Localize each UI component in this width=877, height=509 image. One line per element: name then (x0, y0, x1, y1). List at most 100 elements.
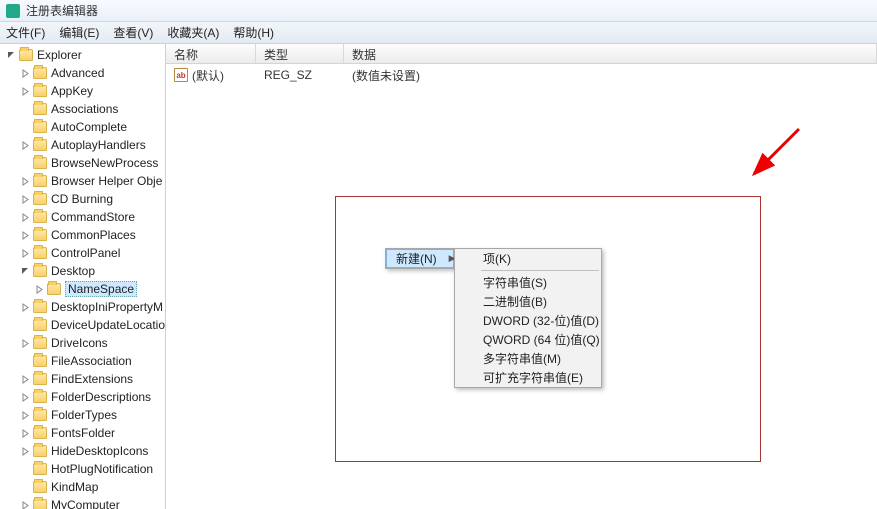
folder-icon (33, 391, 47, 403)
tree-item[interactable]: AppKey (0, 82, 165, 100)
tree-item[interactable]: Desktop (0, 262, 165, 280)
expander-closed-icon[interactable] (20, 212, 31, 223)
tree-item[interactable]: CD Burning (0, 190, 165, 208)
cell-data: (数值未设置) (344, 67, 877, 84)
menu-item[interactable]: 可扩充字符串值(E) (455, 368, 601, 387)
expander-closed-icon[interactable] (20, 302, 31, 313)
menu-item[interactable]: 项(K) (455, 249, 601, 268)
tree-item[interactable]: MyComputer (0, 496, 165, 509)
tree-item[interactable]: FontsFolder (0, 424, 165, 442)
expander-closed-icon[interactable] (34, 284, 45, 295)
expander-closed-icon[interactable] (20, 500, 31, 509)
menu-item-label: QWORD (64 位)值(Q) (483, 331, 600, 348)
menu-item-new[interactable]: 新建(N) ▶ (386, 249, 454, 268)
context-submenu-new: 项(K) 字符串值(S) 二进制值(B) DWORD (32-位)值(D) QWORD … (454, 248, 602, 388)
tree-label: CommandStore (51, 210, 135, 224)
expander-closed-icon[interactable] (20, 338, 31, 349)
tree-label: Explorer (37, 48, 82, 62)
tree-item[interactable]: DriveIcons (0, 334, 165, 352)
expander-closed-icon[interactable] (20, 194, 31, 205)
col-header-type[interactable]: 类型 (256, 44, 344, 63)
expander-closed-icon[interactable] (20, 428, 31, 439)
expander-none-icon (20, 464, 31, 475)
expander-closed-icon[interactable] (20, 176, 31, 187)
menu-item[interactable]: QWORD (64 位)值(Q) (455, 330, 601, 349)
tree-item[interactable]: AutoplayHandlers (0, 136, 165, 154)
menu-favorites[interactable]: 收藏夹(A) (167, 24, 219, 41)
folder-icon (33, 193, 47, 205)
tree-item[interactable]: FileAssociation (0, 352, 165, 370)
tree-label: Browser Helper Obje (51, 174, 162, 188)
tree-item[interactable]: BrowseNewProcess (0, 154, 165, 172)
folder-icon (33, 229, 47, 241)
tree-root: Explorer AdvancedAppKey Associations AutoCo… (0, 46, 165, 509)
expander-closed-icon[interactable] (20, 446, 31, 457)
folder-icon (33, 85, 47, 97)
tree-label: ControlPanel (51, 246, 120, 260)
tree-item[interactable]: FolderTypes (0, 406, 165, 424)
tree-label: CommonPlaces (51, 228, 136, 242)
folder-icon (33, 67, 47, 79)
expander-closed-icon[interactable] (20, 140, 31, 151)
cell-type: REG_SZ (256, 68, 344, 82)
string-value-icon: ab (174, 68, 188, 82)
cell-name: ab (默认) (166, 67, 256, 84)
expander-closed-icon[interactable] (20, 230, 31, 241)
tree-label: FontsFolder (51, 426, 115, 440)
tree-item[interactable]: Browser Helper Obje (0, 172, 165, 190)
tree-item[interactable]: DeviceUpdateLocatio (0, 316, 165, 334)
menu-view[interactable]: 查看(V) (113, 24, 153, 41)
col-header-data[interactable]: 数据 (344, 44, 877, 63)
tree-item[interactable]: DesktopIniPropertyM (0, 298, 165, 316)
list-row[interactable]: ab (默认) REG_SZ (数值未设置) (166, 66, 877, 84)
menu-item[interactable]: 二进制值(B) (455, 292, 601, 311)
expander-closed-icon[interactable] (20, 248, 31, 259)
tree-item[interactable]: FolderDescriptions (0, 388, 165, 406)
expander-closed-icon[interactable] (20, 68, 31, 79)
menu-item[interactable]: DWORD (32-位)值(D) (455, 311, 601, 330)
tree-item[interactable]: ControlPanel (0, 244, 165, 262)
tree-item[interactable]: FindExtensions (0, 370, 165, 388)
expander-closed-icon[interactable] (20, 410, 31, 421)
titlebar: 注册表编辑器 (0, 0, 877, 22)
menu-item-label: 字符串值(S) (483, 274, 547, 291)
tree-item[interactable]: CommonPlaces (0, 226, 165, 244)
col-header-name[interactable]: 名称 (166, 44, 256, 63)
menu-file[interactable]: 文件(F) (6, 24, 45, 41)
expander-closed-icon[interactable] (20, 86, 31, 97)
menu-item[interactable]: 字符串值(S) (455, 273, 601, 292)
tree-panel[interactable]: Explorer AdvancedAppKey Associations AutoCo… (0, 44, 166, 509)
folder-icon (33, 445, 47, 457)
tree-label: Associations (51, 102, 118, 116)
menu-item-label: DWORD (32-位)值(D) (483, 312, 599, 329)
expander-none-icon (20, 320, 31, 331)
tree-label: NameSpace (65, 281, 137, 297)
menu-edit[interactable]: 编辑(E) (59, 24, 99, 41)
tree-item[interactable]: Advanced (0, 64, 165, 82)
expander-open-icon[interactable] (20, 266, 31, 277)
tree-label: MyComputer (51, 498, 120, 509)
folder-icon (33, 211, 47, 223)
tree-item[interactable]: Associations (0, 100, 165, 118)
expander-closed-icon[interactable] (20, 392, 31, 403)
context-menu-new: 新建(N) ▶ (385, 248, 455, 269)
expander-none-icon (20, 482, 31, 493)
expander-closed-icon[interactable] (20, 374, 31, 385)
tree-label: HideDesktopIcons (51, 444, 148, 458)
expander-open-icon[interactable] (6, 50, 17, 61)
tree-item[interactable]: NameSpace (0, 280, 165, 298)
tree-item[interactable]: KindMap (0, 478, 165, 496)
folder-icon (33, 121, 47, 133)
menu-item-label: 二进制值(B) (483, 293, 547, 310)
tree-item[interactable]: HideDesktopIcons (0, 442, 165, 460)
tree-item[interactable]: Explorer (0, 46, 165, 64)
folder-icon (33, 157, 47, 169)
menubar: 文件(F) 编辑(E) 查看(V) 收藏夹(A) 帮助(H) (0, 22, 877, 44)
menu-help[interactable]: 帮助(H) (233, 24, 274, 41)
tree-label: KindMap (51, 480, 98, 494)
tree-item[interactable]: HotPlugNotification (0, 460, 165, 478)
tree-item[interactable]: AutoComplete (0, 118, 165, 136)
tree-item[interactable]: CommandStore (0, 208, 165, 226)
menu-item[interactable]: 多字符串值(M) (455, 349, 601, 368)
folder-icon (33, 175, 47, 187)
